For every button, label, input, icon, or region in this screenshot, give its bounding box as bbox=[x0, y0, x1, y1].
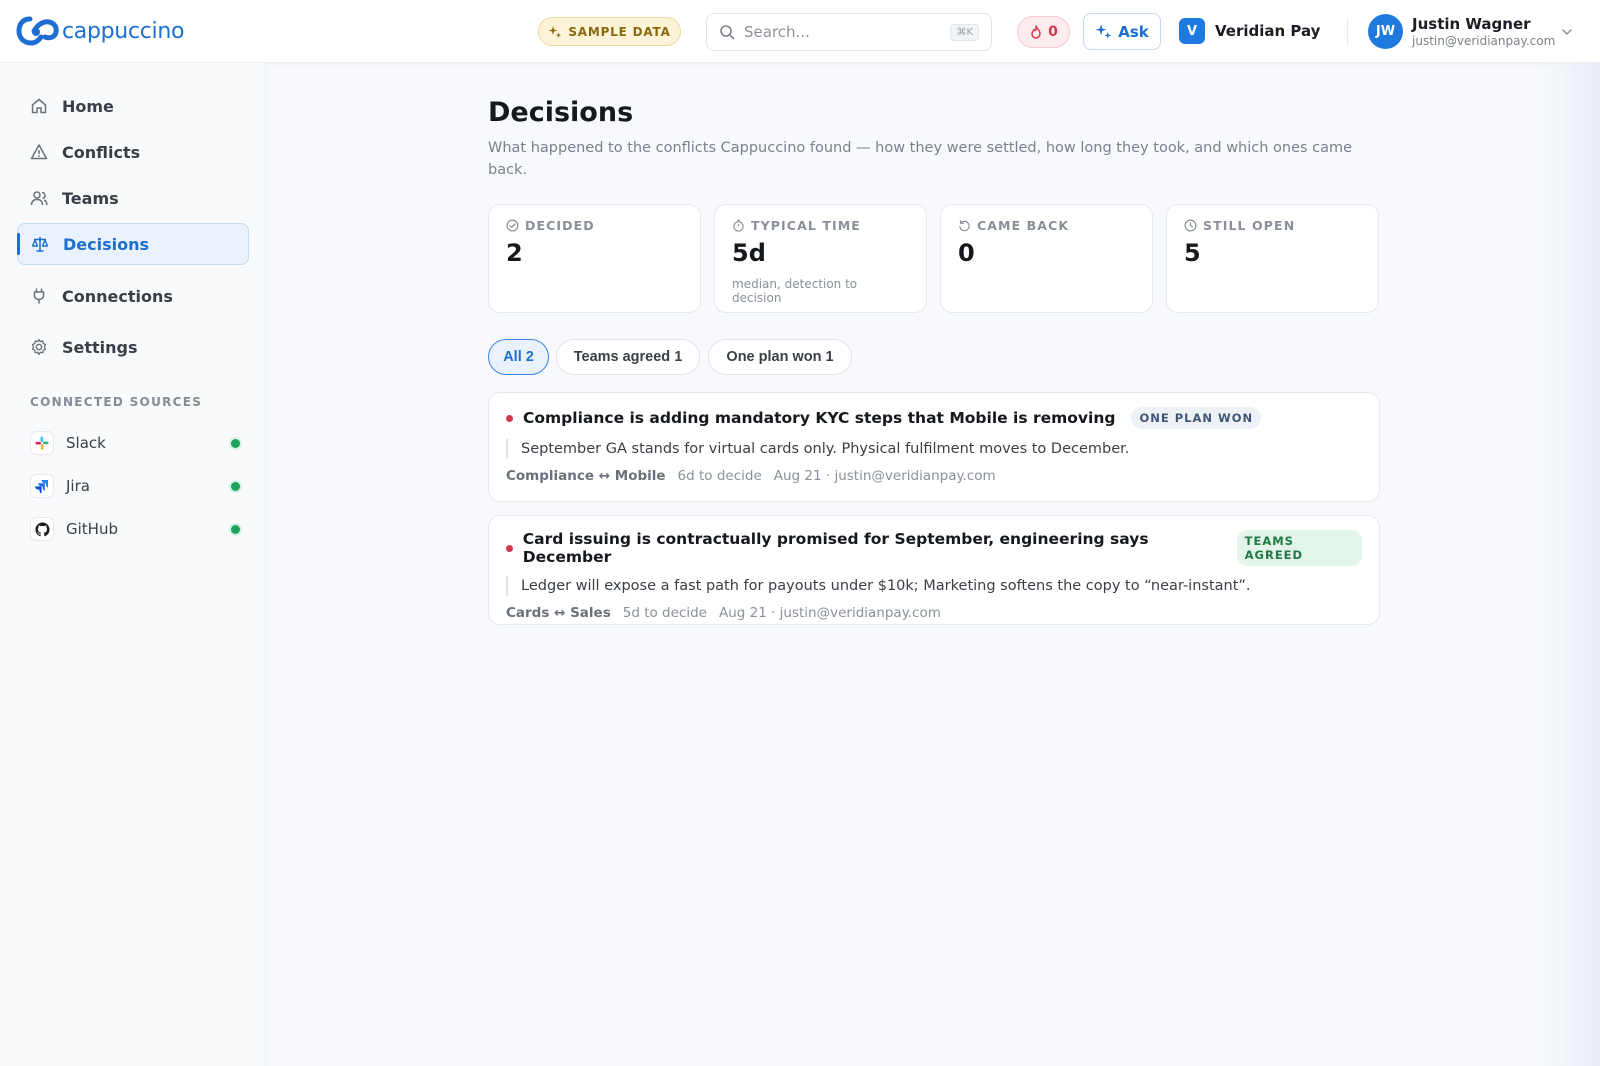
github-icon bbox=[30, 517, 54, 541]
org-badge: V bbox=[1179, 18, 1205, 44]
stat-card-still-open: STILL OPEN 5 bbox=[1166, 204, 1379, 313]
decision-duration: 5d to decide bbox=[622, 605, 707, 621]
stat-subtext: median, detection to decision bbox=[732, 277, 858, 305]
avatar: JW bbox=[1368, 14, 1403, 49]
brand-name: cappuccino bbox=[62, 18, 185, 44]
status-dot bbox=[231, 482, 240, 491]
stat-card-typical-time: TYPICAL TIME 5d median, detection to dec… bbox=[714, 204, 927, 313]
user-menu[interactable]: JW Justin Wagner justin@veridianpay.com bbox=[1368, 14, 1555, 49]
home-icon bbox=[30, 97, 48, 115]
org-switcher[interactable]: V Veridian Pay bbox=[1179, 18, 1320, 44]
clock-icon bbox=[1184, 219, 1197, 232]
decision-title: Compliance is adding mandatory KYC steps… bbox=[523, 409, 1116, 427]
plug-icon bbox=[30, 287, 48, 305]
sidebar-item-label: Home bbox=[62, 96, 114, 116]
flame-icon bbox=[1031, 25, 1041, 39]
decision-teams: Cards ↔ Sales bbox=[506, 605, 611, 621]
decision-card[interactable]: Compliance is adding mandatory KYC steps… bbox=[488, 392, 1380, 502]
sidebar-item-label: Connections bbox=[62, 286, 173, 306]
sidebar: Home Conflicts Teams Decisions Connectio… bbox=[0, 63, 266, 1066]
gear-icon bbox=[30, 338, 48, 356]
sidebar-item-teams[interactable]: Teams bbox=[17, 177, 249, 219]
decision-card[interactable]: Card issuing is contractually promised f… bbox=[488, 515, 1380, 625]
decision-duration: 6d to decide bbox=[677, 468, 762, 484]
page-description: What happened to the conflicts Cappuccin… bbox=[488, 140, 1353, 178]
source-label: GitHub bbox=[66, 520, 118, 538]
source-slack[interactable]: Slack bbox=[30, 429, 240, 457]
stat-card-came-back: CAME BACK 0 bbox=[940, 204, 1153, 313]
filter-all[interactable]: All 2 bbox=[488, 339, 549, 375]
stat-card-decided: DECIDED 2 bbox=[488, 204, 701, 313]
stat-label: STILL OPEN bbox=[1203, 218, 1296, 233]
search-icon bbox=[720, 25, 735, 40]
jira-icon bbox=[30, 474, 54, 498]
status-dot bbox=[231, 525, 240, 534]
source-label: Slack bbox=[66, 434, 106, 452]
conflict-alerts-button[interactable]: 0 bbox=[1017, 16, 1070, 48]
sparkle-icon bbox=[548, 25, 562, 38]
ask-button[interactable]: Ask bbox=[1083, 13, 1161, 50]
chevron-down-icon[interactable] bbox=[1561, 26, 1573, 38]
status-dot bbox=[231, 439, 240, 448]
search-input[interactable] bbox=[744, 23, 951, 41]
alerts-count: 0 bbox=[1048, 24, 1058, 40]
decision-meta: Aug 21 · justin@veridianpay.com bbox=[718, 605, 941, 621]
sidebar-item-label: Teams bbox=[62, 188, 119, 208]
topbar-divider bbox=[1347, 18, 1348, 46]
sidebar-item-settings[interactable]: Settings bbox=[17, 326, 249, 368]
edge-shadow bbox=[1540, 63, 1600, 1066]
ask-label: Ask bbox=[1118, 22, 1149, 41]
check-circle-icon bbox=[506, 219, 519, 232]
source-github[interactable]: GitHub bbox=[30, 515, 240, 543]
warning-icon bbox=[30, 143, 48, 161]
filter-teams-agreed[interactable]: Teams agreed 1 bbox=[556, 339, 700, 375]
status-dot bbox=[506, 414, 513, 422]
status-dot bbox=[506, 544, 513, 552]
source-jira[interactable]: Jira bbox=[30, 472, 240, 500]
decision-summary: September GA stands for virtual cards on… bbox=[506, 439, 1362, 459]
sidebar-item-home[interactable]: Home bbox=[17, 85, 249, 127]
rotate-icon bbox=[959, 220, 970, 232]
outcome-badge: TEAMS AGREED bbox=[1236, 530, 1362, 566]
top-bar: cappuccino SAMPLE DATA ⌘K 0 Ask V Veridi… bbox=[0, 0, 1600, 63]
org-name: Veridian Pay bbox=[1215, 22, 1321, 40]
decision-meta: Aug 21 · justin@veridianpay.com bbox=[773, 468, 996, 484]
decision-title: Card issuing is contractually promised f… bbox=[522, 530, 1149, 566]
source-label: Jira bbox=[66, 477, 90, 495]
stat-label: CAME BACK bbox=[977, 218, 1070, 233]
stat-value: 5d bbox=[732, 239, 766, 267]
filter-one-plan-won[interactable]: One plan won 1 bbox=[708, 339, 852, 375]
sample-data-badge[interactable]: SAMPLE DATA bbox=[538, 17, 681, 46]
stat-label: DECIDED bbox=[525, 218, 595, 233]
sparkle-icon bbox=[1095, 24, 1112, 39]
slack-icon bbox=[30, 431, 54, 455]
outcome-badge: ONE PLAN WON bbox=[1131, 407, 1262, 429]
scale-icon bbox=[31, 235, 49, 253]
sidebar-item-label: Decisions bbox=[63, 234, 150, 254]
sidebar-item-decisions[interactable]: Decisions bbox=[17, 223, 249, 265]
stat-value: 2 bbox=[506, 239, 523, 267]
brand-logo[interactable]: cappuccino bbox=[16, 14, 184, 48]
decision-summary: Ledger will expose a fast path for payou… bbox=[506, 576, 1362, 596]
sidebar-item-connections[interactable]: Connections bbox=[17, 275, 249, 317]
decision-teams: Compliance ↔ Mobile bbox=[506, 468, 666, 484]
search-box[interactable]: ⌘K bbox=[706, 13, 992, 51]
cappuccino-logo-icon bbox=[16, 16, 59, 46]
connected-sources-heading: CONNECTED SOURCES bbox=[30, 395, 203, 409]
search-shortcut: ⌘K bbox=[950, 23, 979, 41]
user-name: Justin Wagner bbox=[1412, 14, 1531, 33]
sidebar-item-conflicts[interactable]: Conflicts bbox=[17, 131, 249, 173]
user-email: justin@veridianpay.com bbox=[1412, 33, 1556, 48]
stat-value: 0 bbox=[958, 239, 975, 267]
sidebar-item-label: Settings bbox=[62, 337, 138, 357]
stopwatch-icon bbox=[733, 219, 744, 232]
sidebar-item-label: Conflicts bbox=[62, 142, 141, 162]
page-title: Decisions bbox=[488, 97, 634, 128]
sample-data-label: SAMPLE DATA bbox=[568, 24, 671, 39]
stat-label: TYPICAL TIME bbox=[751, 218, 861, 233]
stat-value: 5 bbox=[1184, 239, 1201, 267]
users-icon bbox=[30, 189, 48, 207]
